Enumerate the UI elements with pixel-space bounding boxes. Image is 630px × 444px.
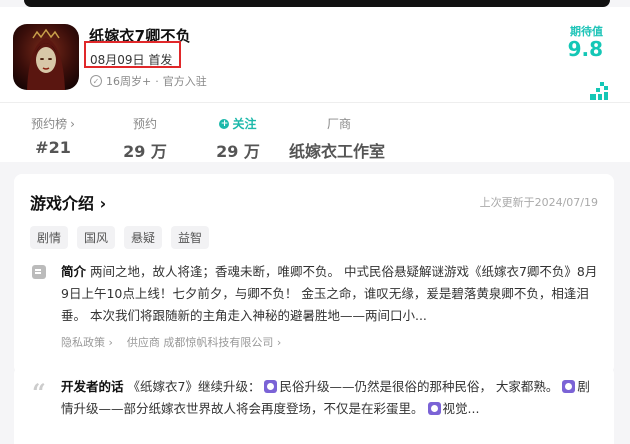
- age-rating: 16周岁+: [106, 75, 152, 88]
- chevron-right-icon: ›: [70, 116, 75, 131]
- follow-label: 关注: [232, 117, 257, 131]
- stat-follow[interactable]: + 关注 29 万: [212, 115, 264, 162]
- tag[interactable]: 剧情: [30, 226, 69, 249]
- rating-value: 9.8: [567, 37, 603, 61]
- intro-heading: 简介: [61, 264, 87, 279]
- rank-value: #21: [35, 138, 71, 157]
- game-cover-image[interactable]: [13, 24, 79, 90]
- supplier-link[interactable]: 供应商 成都惊帆科技有限公司 ›: [127, 334, 281, 350]
- plus-icon: +: [219, 118, 230, 129]
- stat-rank[interactable]: 预约榜 › #21: [28, 115, 78, 158]
- intro-card: 游戏介绍 › 上次更新于2024/07/19 剧情 国风 悬疑 益智 简介 两间…: [14, 174, 614, 374]
- check-icon: ✓: [90, 75, 102, 87]
- purple-emoji-icon: [562, 380, 576, 393]
- intro-links: 隐私政策 › 供应商 成都惊帆科技有限公司 ›: [61, 334, 281, 350]
- top-bar-black: [24, 0, 610, 7]
- intro-body: 两间之地，故人将逢；香魂未断，唯卿不负。 中式民俗悬疑解谜游戏《纸嫁衣7卿不负》…: [61, 264, 598, 323]
- vendor-value: 纸嫁衣工作室: [289, 142, 386, 161]
- game-header: 纸嫁衣7卿不负 08月09日 首发 ✓ 16周岁+ · 官方入驻 期待值 9.8: [0, 7, 630, 102]
- purple-emoji-icon: [427, 402, 441, 415]
- tag-list: 剧情 国风 悬疑 益智: [30, 226, 210, 249]
- vendor-label: 厂商: [327, 117, 352, 131]
- chevron-right-icon: ›: [99, 194, 107, 213]
- intro-title[interactable]: 游戏介绍 ›: [30, 190, 106, 214]
- privacy-link[interactable]: 隐私政策 ›: [61, 334, 113, 350]
- intro-text[interactable]: 简介 两间之地，故人将逢；香魂未断，唯卿不负。 中式民俗悬疑解谜游戏《纸嫁衣7卿…: [61, 261, 599, 327]
- stat-vendor[interactable]: 厂商 纸嫁衣工作室: [289, 115, 389, 162]
- reserve-value: 29 万: [123, 142, 167, 161]
- developer-card: “ 开发者的话 《纸嫁衣7》继续升级： 民俗升级——仍然是很俗的那种民俗， 大家…: [14, 366, 614, 444]
- stat-reserve: 预约 29 万: [120, 115, 170, 162]
- top-bar: [0, 0, 630, 7]
- official-badge: 官方入驻: [162, 75, 207, 88]
- quote-icon: “: [32, 378, 46, 407]
- developer-text[interactable]: 开发者的话 《纸嫁衣7》继续升级： 民俗升级——仍然是很俗的那种民俗， 大家都熟…: [61, 376, 601, 420]
- release-date: 08月09日 首发: [90, 53, 173, 67]
- updated-date: 上次更新于2024/07/19: [479, 196, 598, 209]
- tag[interactable]: 益智: [171, 226, 210, 249]
- developer-heading: 开发者的话: [61, 379, 124, 394]
- purple-emoji-icon: [264, 380, 278, 393]
- document-icon: [32, 265, 46, 279]
- stats-bar: 预约榜 › #21 预约 29 万 + 关注 29 万 厂商 纸嫁衣工作室: [0, 102, 630, 162]
- tag[interactable]: 悬疑: [124, 226, 163, 249]
- follow-value: 29 万: [216, 142, 260, 161]
- game-meta: ✓ 16周岁+ · 官方入驻: [90, 73, 207, 89]
- qrcode-icon[interactable]: [588, 80, 610, 102]
- rank-label: 预约榜: [31, 117, 68, 131]
- tag[interactable]: 国风: [77, 226, 116, 249]
- reserve-label: 预约: [132, 117, 157, 131]
- meta-separator: ·: [155, 74, 159, 88]
